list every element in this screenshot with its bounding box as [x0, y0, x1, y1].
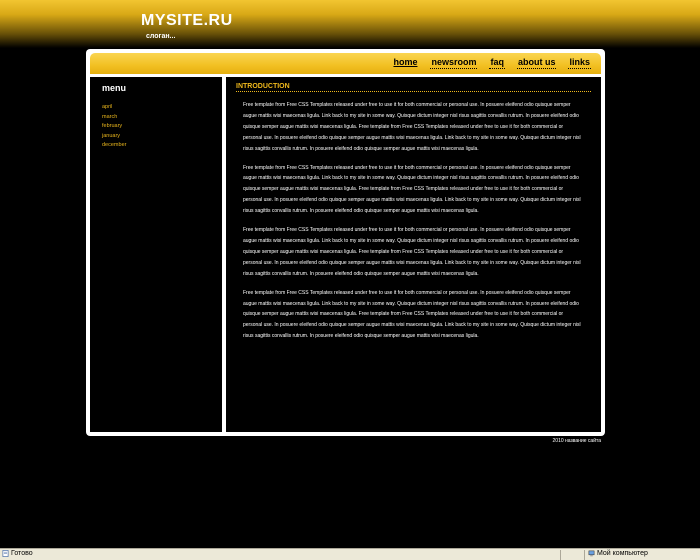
- sidebar-item-december[interactable]: december: [102, 141, 126, 151]
- top-navigation: home newsroom faq about us links: [392, 56, 591, 69]
- site-slogan: слоган...: [146, 33, 176, 40]
- nav-bar: home newsroom faq about us links: [90, 53, 601, 74]
- nav-faq-link[interactable]: faq: [489, 56, 505, 69]
- status-divider: [584, 550, 585, 560]
- sidebar-title: menu: [102, 83, 127, 93]
- sidebar-item-february[interactable]: february: [102, 122, 126, 132]
- nav-links-link[interactable]: links: [568, 56, 591, 69]
- sidebar-item-january[interactable]: january: [102, 132, 126, 142]
- content-paragraph: Free template from Free CSS Templates re…: [243, 227, 581, 277]
- status-right: Мой компьютер: [588, 550, 648, 557]
- footer-copyright: 2010 название сайта: [552, 438, 601, 444]
- sidebar-item-march[interactable]: march: [102, 113, 126, 123]
- content-paragraph: Free template from Free CSS Templates re…: [243, 289, 581, 340]
- content-title: INTRODUCTION: [236, 83, 591, 92]
- site-title[interactable]: MYSITE.RU: [141, 12, 233, 30]
- content-paragraph: Free template from Free CSS Templates re…: [243, 102, 581, 152]
- browser-status-bar: Готово Мой компьютер: [0, 548, 700, 560]
- zone-text: Мой компьютер: [597, 550, 648, 557]
- content-area: INTRODUCTION Free template from Free CSS…: [226, 77, 601, 432]
- sidebar-item-april[interactable]: april: [102, 103, 126, 113]
- nav-newsroom-link[interactable]: newsroom: [430, 56, 478, 69]
- sidebar: menu april march february january decemb…: [90, 77, 222, 432]
- computer-icon: [588, 550, 595, 557]
- page: MYSITE.RU слоган... home newsroom faq ab…: [0, 0, 700, 560]
- nav-about-us-link[interactable]: about us: [516, 56, 557, 69]
- content-paragraphs: Free template from Free CSS Templates re…: [243, 100, 583, 350]
- status-left: Готово: [2, 550, 33, 557]
- sidebar-menu-list: april march february january december: [102, 103, 126, 151]
- status-text: Готово: [11, 550, 33, 557]
- status-divider: [560, 550, 561, 560]
- content-paragraph: Free template from Free CSS Templates re…: [243, 164, 581, 215]
- nav-home-link[interactable]: home: [392, 56, 418, 69]
- header-gradient: [0, 0, 700, 48]
- page-icon: [2, 550, 9, 557]
